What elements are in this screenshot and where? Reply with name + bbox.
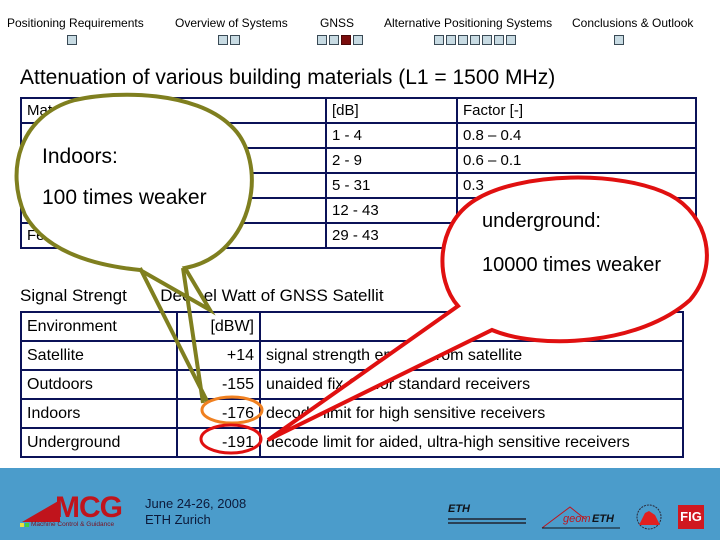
underground-callout-line2: 10000 times weaker bbox=[482, 254, 661, 276]
cell-description: signal strength emitted from satellite bbox=[259, 340, 684, 371]
nav-slide-indicator[interactable] bbox=[614, 35, 624, 45]
cell-material: Ferro bbox=[20, 222, 327, 249]
mcg-logo-text: MCG bbox=[55, 491, 123, 524]
header-db: [dB] bbox=[325, 97, 458, 124]
eth-logo: ETH bbox=[448, 503, 526, 524]
table-row: Indoors -176 decode limit for high sensi… bbox=[20, 398, 684, 429]
table-row: Underground -191 decode limit for aided,… bbox=[20, 427, 684, 458]
indoors-callout-line2: 100 times weaker bbox=[42, 186, 207, 209]
header-material: Mate bbox=[20, 97, 327, 124]
subtitle-right: Decibel Watt of GNSS Satellit bbox=[160, 286, 384, 305]
fig-logo: FIG bbox=[678, 505, 704, 529]
header-environment: Environment bbox=[20, 311, 178, 342]
signal-strength-table: Environment [dBW] Satellite +14 signal s… bbox=[20, 311, 684, 458]
nav-slide-indicator[interactable] bbox=[446, 35, 456, 45]
header-factor: Factor [-] bbox=[456, 97, 697, 124]
mcg-logo-subtitle: Machine Control & Guidance bbox=[31, 521, 115, 528]
geometh-logo-text-a: geom bbox=[563, 513, 591, 525]
society-logo-shape bbox=[636, 504, 662, 530]
header-description bbox=[259, 311, 684, 342]
cell-db: 2 - 9 bbox=[325, 147, 458, 174]
cell-db: 29 - 43 bbox=[325, 222, 458, 249]
signal-strength-subtitle: Signal Strengt Decibel Watt of GNSS Sate… bbox=[20, 286, 384, 306]
table-row: Satellite +14 signal strength emitted fr… bbox=[20, 340, 684, 371]
nav-slide-indicator[interactable] bbox=[317, 35, 327, 45]
slide-title: Attenuation of various building material… bbox=[20, 66, 556, 89]
table-header-row: Mate [dB] Factor [-] bbox=[20, 97, 697, 124]
mcg-logo-square-yellow bbox=[20, 523, 24, 527]
cell-dbw: -176 bbox=[176, 398, 261, 429]
society-logo bbox=[633, 503, 665, 536]
cell-db: 12 - 43 bbox=[325, 197, 458, 224]
cell-factor: 0.8 – 0.4 bbox=[456, 122, 697, 149]
nav-slide-indicator[interactable] bbox=[482, 35, 492, 45]
nav-slide-indicator[interactable] bbox=[67, 35, 77, 45]
nav-dots-alternative-positioning-systems bbox=[434, 35, 516, 45]
nav-slide-indicator[interactable] bbox=[470, 35, 480, 45]
table-row: 2 - 9 0.6 – 0.1 bbox=[20, 147, 697, 174]
mcg-logo-square-green bbox=[25, 523, 29, 527]
nav-dots-positioning-requirements bbox=[67, 35, 77, 45]
nav-slide-indicator[interactable] bbox=[494, 35, 504, 45]
geometh-logo: geom ETH bbox=[540, 505, 625, 530]
eth-logo-subline bbox=[448, 522, 526, 524]
nav-slide-indicator[interactable] bbox=[230, 35, 240, 45]
event-location: ETH Zurich bbox=[145, 512, 211, 527]
nav-dots-gnss bbox=[317, 35, 363, 45]
nav-dots-overview-of-systems bbox=[218, 35, 240, 45]
cell-environment: Underground bbox=[20, 427, 178, 458]
mcg-logo: MCG Machine Control & Guidance bbox=[20, 491, 125, 529]
nav-slide-indicator[interactable] bbox=[329, 35, 339, 45]
nav-slide-indicator-current[interactable] bbox=[341, 35, 351, 45]
cell-dbw: -191 bbox=[176, 427, 261, 458]
cell-db: 5 - 31 bbox=[325, 172, 458, 199]
nav-slide-indicator[interactable] bbox=[218, 35, 228, 45]
nav-slide-indicator[interactable] bbox=[506, 35, 516, 45]
event-date: June 24-26, 2008 bbox=[145, 496, 247, 511]
cell-dbw: -155 bbox=[176, 369, 261, 400]
nav-item-alternative-positioning-systems[interactable]: Alternative Positioning Systems bbox=[384, 16, 552, 30]
nav-slide-indicator[interactable] bbox=[434, 35, 444, 45]
nav-slide-indicator[interactable] bbox=[458, 35, 468, 45]
subtitle-left: Signal Strengt bbox=[20, 286, 127, 305]
table-row: Outdoors -155 unaided fix OK for standar… bbox=[20, 369, 684, 400]
cell-description: unaided fix OK for standard receivers bbox=[259, 369, 684, 400]
nav-item-overview-of-systems[interactable]: Overview of Systems bbox=[175, 16, 288, 30]
nav-item-conclusions-outlook[interactable]: Conclusions & Outlook bbox=[572, 16, 693, 30]
cell-factor: 0.6 – 0.1 bbox=[456, 147, 697, 174]
header-dbw: [dBW] bbox=[176, 311, 261, 342]
cell-environment: Indoors bbox=[20, 398, 178, 429]
table-header-row: Environment [dBW] bbox=[20, 311, 684, 342]
cell-environment: Satellite bbox=[20, 340, 178, 371]
nav-item-positioning-requirements[interactable]: Positioning Requirements bbox=[7, 16, 144, 30]
table-row: 1 - 4 0.8 – 0.4 bbox=[20, 122, 697, 149]
cell-description: decode limit for high sensitive receiver… bbox=[259, 398, 684, 429]
nav-item-gnss[interactable]: GNSS bbox=[320, 16, 354, 30]
nav-dots-conclusions-outlook bbox=[614, 35, 624, 45]
cell-factor: 0.3 bbox=[456, 172, 697, 199]
eth-logo-subline bbox=[448, 518, 526, 520]
cell-description: decode limit for aided, ultra-high sensi… bbox=[259, 427, 684, 458]
eth-logo-text: ETH bbox=[448, 503, 470, 515]
cell-db: 1 - 4 bbox=[325, 122, 458, 149]
nav-slide-indicator[interactable] bbox=[353, 35, 363, 45]
indoors-callout-line1: Indoors: bbox=[42, 145, 118, 168]
cell-environment: Outdoors bbox=[20, 369, 178, 400]
event-info: June 24-26, 2008 ETH Zurich bbox=[145, 496, 246, 528]
section-navigation: Positioning Requirements Overview of Sys… bbox=[0, 0, 720, 55]
geometh-logo-text-b: ETH bbox=[592, 513, 614, 525]
cell-dbw: +14 bbox=[176, 340, 261, 371]
underground-callout-line1: underground: bbox=[482, 210, 601, 232]
